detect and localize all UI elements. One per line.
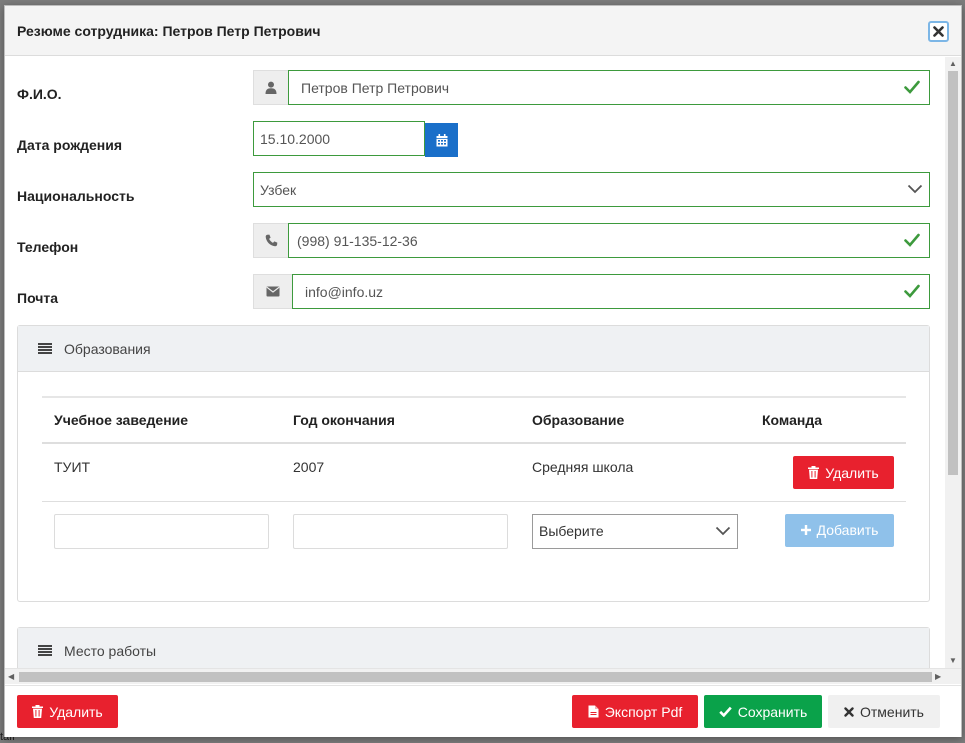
save-label: Сохранить [737, 703, 808, 720]
save-button[interactable]: Сохранить [704, 695, 822, 728]
plus-icon [800, 525, 811, 535]
trash-icon [808, 466, 820, 479]
cancel-label: Отменить [860, 703, 924, 720]
delete-row-label: Удалить [825, 464, 879, 481]
trash-icon [32, 705, 44, 718]
scroll-up-arrow-icon[interactable]: ▲ [949, 60, 957, 68]
phone-addon [253, 223, 289, 258]
year-cell: 2007 [281, 443, 520, 502]
calendar-icon [436, 133, 447, 146]
birth-date-label: Дата рождения [17, 137, 123, 153]
birth-date-field[interactable]: 15.10.2000 [253, 121, 425, 156]
valid-check-icon [904, 284, 920, 298]
education-level-value: Выберите [539, 523, 604, 539]
command-cell: Удалить [750, 443, 906, 502]
modal-body: Ф.И.О. Петров Петр Петрович Дата рождени… [5, 57, 945, 668]
chevron-down-icon [715, 526, 731, 535]
education-panel-header[interactable]: Образования [18, 326, 929, 372]
column-header: Учебное заведение [42, 396, 281, 444]
delete-resume-button[interactable]: Удалить [17, 695, 118, 728]
phone-icon [265, 234, 277, 247]
export-pdf-button[interactable]: Экспорт Pdf [572, 695, 698, 728]
user-icon [265, 81, 277, 94]
modal-title: Резюме сотрудника: Петров Петр Петрович [17, 23, 321, 39]
modal-footer: Удалить Экспорт Pdf Сохранить Отменить [5, 685, 961, 737]
vertical-scroll-thumb[interactable] [948, 71, 958, 475]
horizontal-scrollbar[interactable]: ◀ ▶ [5, 668, 961, 684]
fio-addon [253, 70, 289, 105]
email-value: info@info.uz [305, 283, 384, 300]
column-header: Год окончания [281, 396, 520, 444]
scroll-right-arrow-icon[interactable]: ▶ [935, 673, 941, 681]
fio-value: Петров Петр Петрович [301, 79, 450, 96]
table-row: ТУИТ 2007 Средняя школа Удалить [42, 443, 906, 502]
calendar-button[interactable] [425, 123, 458, 157]
add-education-label: Добавить [816, 522, 879, 538]
nationality-label: Национальность [17, 188, 135, 204]
phone-value: (998) 91-135-12-36 [297, 232, 418, 249]
nationality-value: Узбек [260, 181, 297, 198]
file-pdf-icon [588, 705, 599, 718]
export-pdf-label: Экспорт Pdf [604, 703, 683, 720]
close-icon [844, 706, 854, 717]
cancel-button[interactable]: Отменить [828, 695, 940, 728]
education-panel-title: Образования [64, 340, 151, 357]
phone-field[interactable]: (998) 91-135-12-36 [288, 223, 930, 258]
email-addon [253, 274, 293, 309]
chevron-down-icon [907, 184, 923, 194]
fio-label: Ф.И.О. [17, 86, 62, 102]
phone-label: Телефон [17, 239, 79, 255]
resume-modal: Резюме сотрудника: Петров Петр Петрович … [4, 5, 962, 737]
year-input[interactable] [293, 513, 508, 549]
check-icon [718, 706, 732, 717]
scroll-left-arrow-icon[interactable]: ◀ [8, 673, 14, 681]
vertical-scrollbar[interactable]: ▲ ▼ [945, 57, 961, 668]
level-cell: Средняя школа [520, 443, 750, 502]
work-panel-title: Место работы [64, 642, 157, 659]
table-header-row: Учебное заведение Год окончания Образова… [42, 396, 906, 444]
horizontal-scroll-thumb[interactable] [19, 672, 932, 682]
close-icon [933, 26, 944, 37]
fio-field[interactable]: Петров Петр Петрович [288, 70, 930, 105]
education-table: Учебное заведение Год окончания Образова… [42, 396, 906, 561]
work-panel-header[interactable]: Место работы [18, 628, 929, 668]
birth-date-value: 15.10.2000 [260, 130, 331, 147]
education-panel: Образования Учебное заведение Год оконча… [17, 325, 930, 602]
valid-check-icon [904, 80, 920, 94]
email-field[interactable]: info@info.uz [292, 274, 930, 309]
email-label: Почта [17, 290, 59, 306]
delete-row-button[interactable]: Удалить [793, 456, 894, 489]
nationality-select[interactable]: Узбек [253, 172, 930, 207]
close-button[interactable] [928, 21, 949, 42]
valid-check-icon [904, 233, 920, 247]
institution-cell: ТУИТ [42, 443, 281, 502]
delete-resume-label: Удалить [49, 703, 103, 720]
scroll-down-arrow-icon[interactable]: ▼ [949, 657, 957, 665]
work-panel: Место работы [17, 627, 930, 668]
modal-header: Резюме сотрудника: Петров Петр Петрович [5, 6, 961, 56]
list-icon [38, 645, 52, 656]
education-level-select[interactable]: Выберите [532, 513, 738, 549]
list-icon [38, 343, 52, 354]
column-header: Команда [750, 396, 906, 444]
envelope-icon [266, 286, 280, 297]
new-education-row: Выберите Добавить [42, 501, 906, 561]
add-education-button[interactable]: Добавить [785, 513, 894, 547]
institution-input[interactable] [54, 513, 269, 549]
column-header: Образование [520, 396, 750, 444]
